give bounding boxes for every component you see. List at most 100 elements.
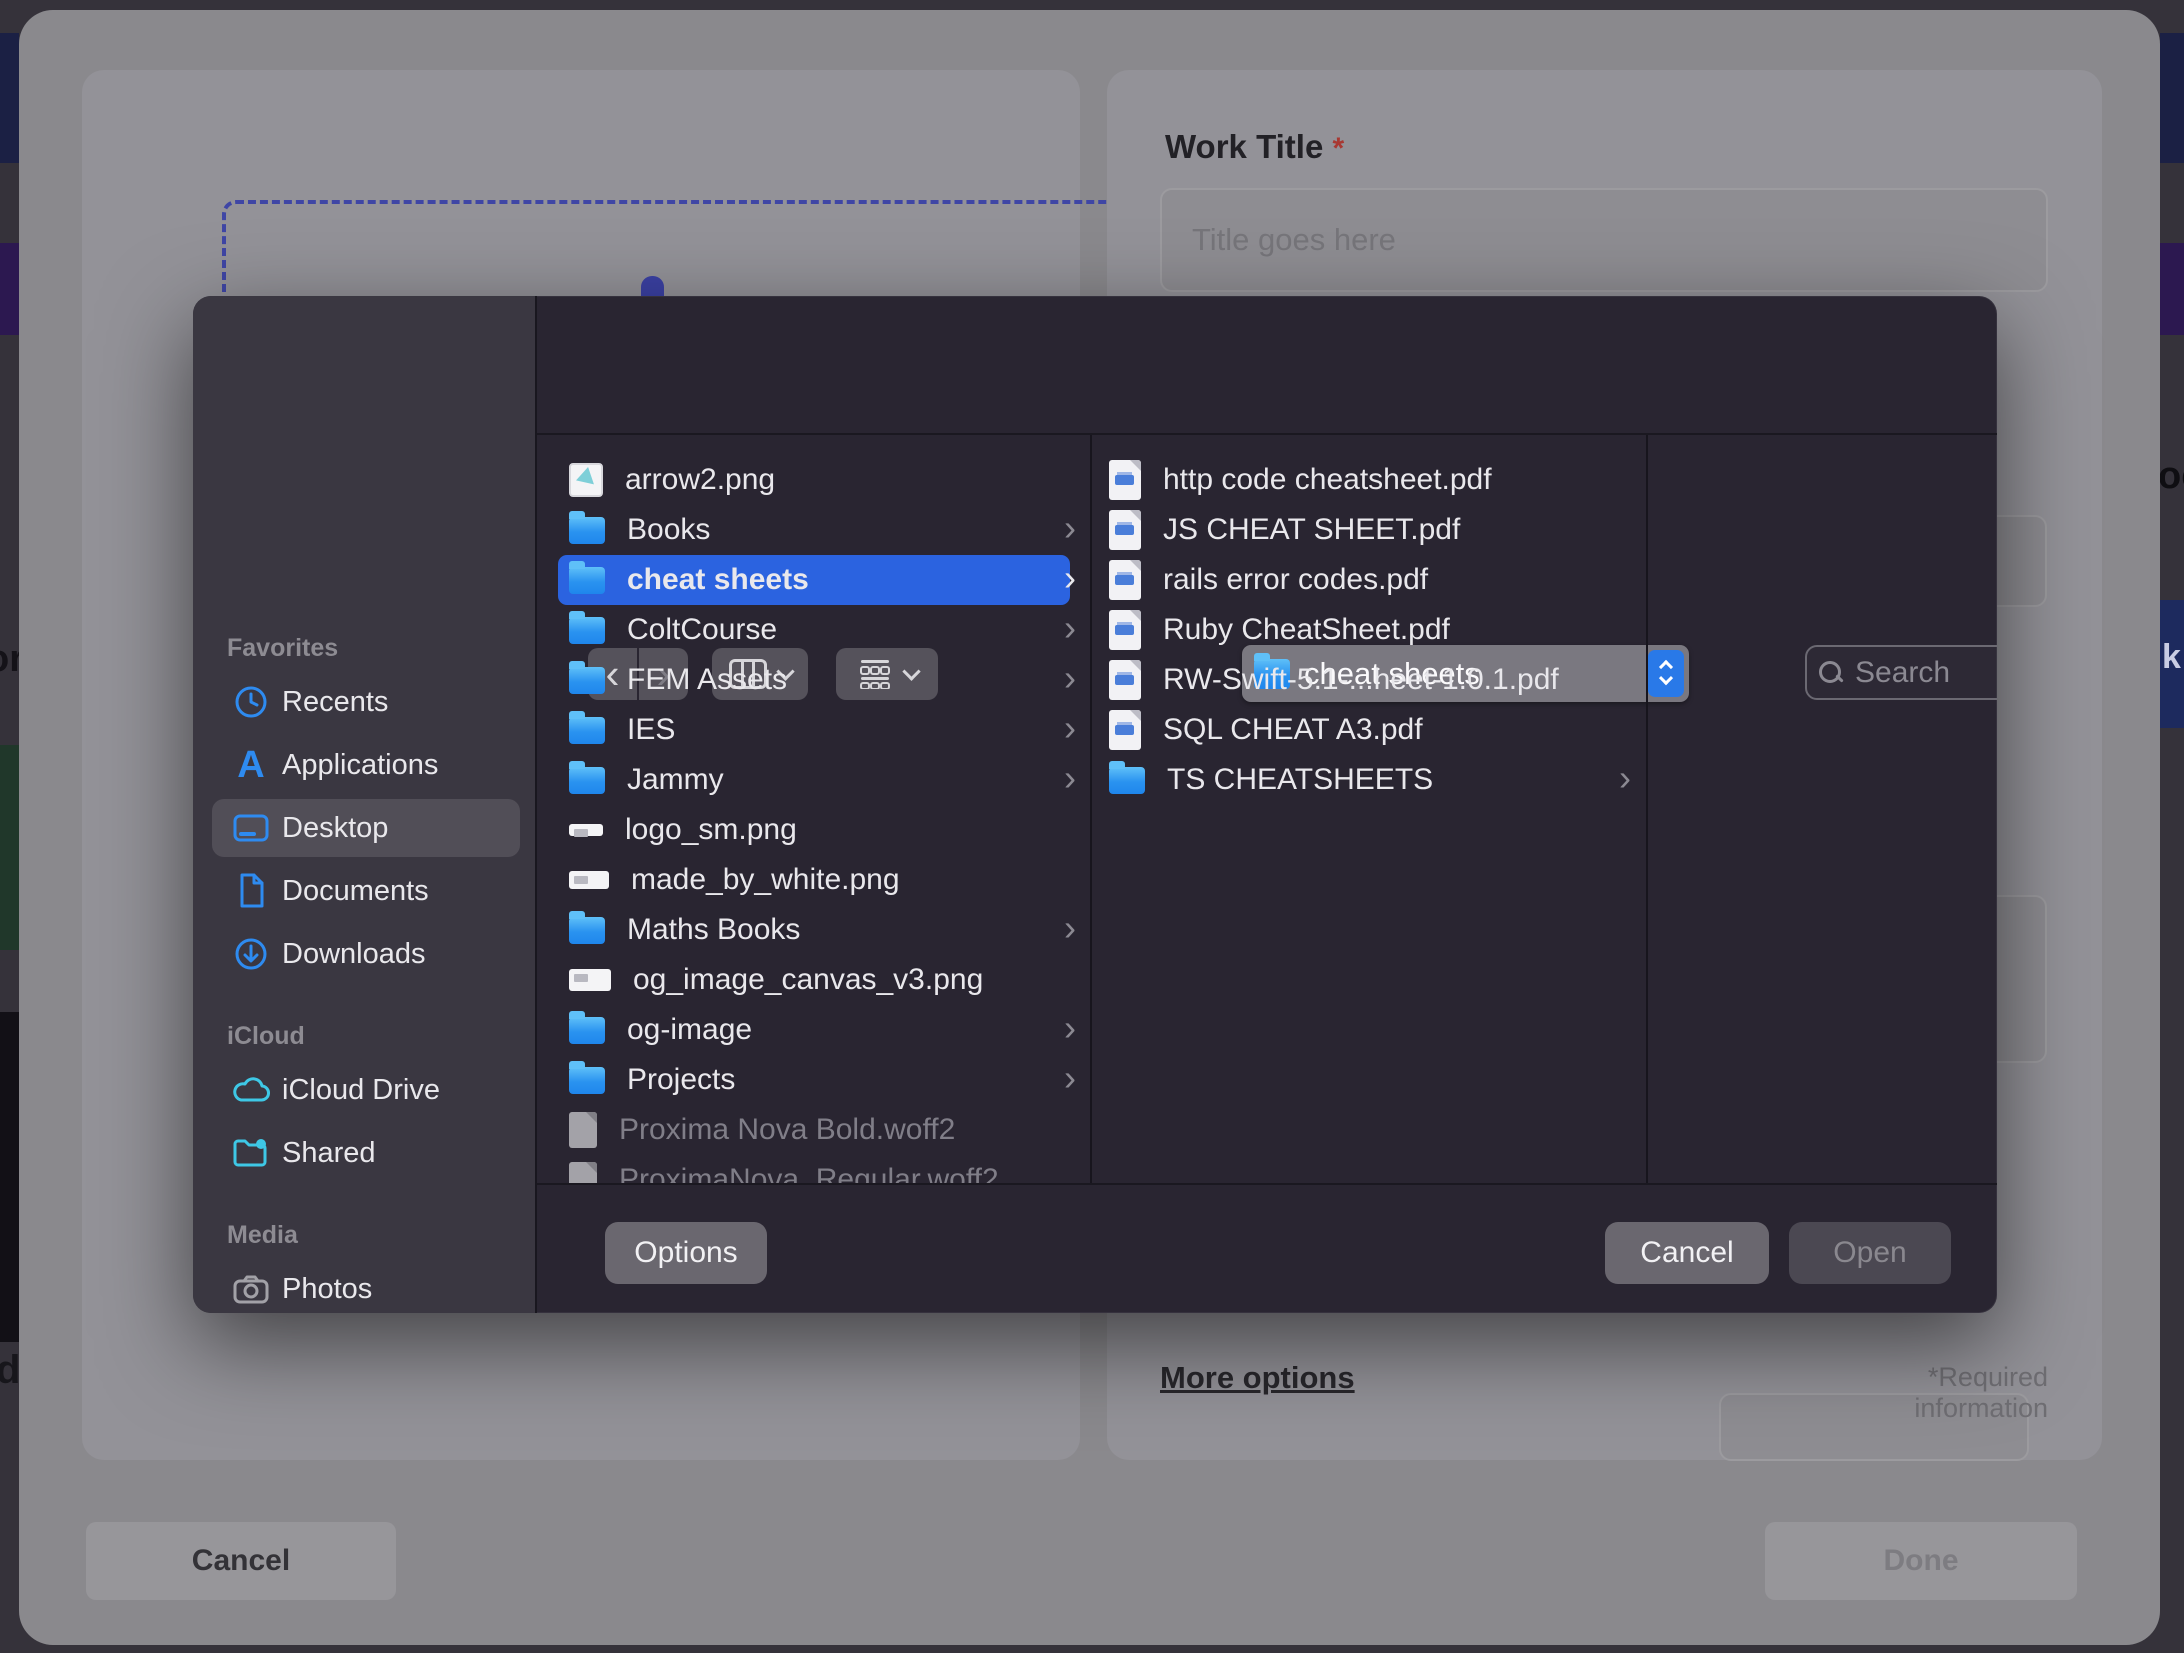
pdf-file-icon (1109, 560, 1141, 600)
chevron-right-icon: › (1064, 907, 1076, 949)
more-options-link[interactable]: More options (1160, 1360, 1355, 1396)
file-row[interactable]: RW-Swift-5.1-...heet-1.0.1.pdf (1109, 655, 1559, 705)
sidebar-item-icloud-drive[interactable]: iCloud Drive (212, 1061, 520, 1119)
sidebar-item-downloads[interactable]: Downloads (212, 925, 520, 983)
file-row[interactable]: FEM Assets › (569, 655, 787, 705)
options-button[interactable]: Options (605, 1222, 767, 1284)
sidebar-item-shared[interactable]: Shared (212, 1124, 520, 1182)
file-row[interactable]: rails error codes.pdf (1109, 555, 1428, 605)
column-browser: arrow2.png Books › cheat sheets › ColtCo… (537, 433, 1997, 1185)
chevron-right-icon: › (1064, 657, 1076, 699)
file-name: made_by_white.png (631, 863, 900, 897)
sidebar-item-desktop[interactable]: Desktop (212, 799, 520, 857)
image-file-icon (569, 824, 603, 836)
sidebar-item-label: Recents (282, 686, 388, 719)
file-name: cheat sheets (627, 563, 809, 597)
folder-icon (569, 1017, 605, 1044)
download-icon (220, 936, 282, 972)
file-row[interactable]: JS CHEAT SHEET.pdf (1109, 505, 1460, 555)
page-band-navy-left (0, 33, 19, 163)
file-name: Books (627, 513, 710, 547)
file-row[interactable]: Ruby CheatSheet.pdf (1109, 605, 1450, 655)
file-row[interactable]: Books › (569, 505, 710, 555)
file-row[interactable]: Jammy › (569, 755, 724, 805)
work-title-field[interactable] (1160, 188, 2048, 292)
dialog-footer: Options Cancel Open (193, 1185, 1997, 1313)
work-title-input[interactable] (1162, 190, 2046, 290)
sidebar-item-label: iCloud Drive (282, 1074, 440, 1107)
file-name: og_image_canvas_v3.png (633, 963, 983, 997)
file-name: arrow2.png (625, 463, 775, 497)
document-icon (220, 872, 282, 910)
file-row[interactable]: ProximaNova_Regular.woff2 (569, 1155, 999, 1185)
chevron-right-icon: › (1064, 607, 1076, 649)
file-name: http code cheatsheet.pdf (1163, 463, 1492, 497)
sidebar-heading-favorites: Favorites (227, 634, 338, 663)
chevron-right-icon: › (1064, 707, 1076, 749)
file-row[interactable]: og-image › (569, 1005, 752, 1055)
pdf-file-icon (1109, 510, 1141, 550)
file-open-dialog: Favorites Recents A Applications Desktop (193, 296, 1997, 1313)
file-row[interactable]: arrow2.png (569, 455, 775, 505)
file-name: JS CHEAT SHEET.pdf (1163, 513, 1460, 547)
sidebar-item-label: Applications (282, 749, 438, 782)
file-row[interactable]: IES › (569, 705, 675, 755)
work-title-label: Work Title * (1165, 128, 1344, 166)
file-name: ColtCourse (627, 613, 777, 647)
modal-done-button[interactable]: Done (1765, 1522, 2077, 1600)
folder-icon (569, 567, 605, 594)
page-band-green-left (0, 745, 19, 950)
sidebar-item-label: Documents (282, 875, 429, 908)
chevron-right-icon: › (1064, 757, 1076, 799)
sidebar-item-label: Desktop (282, 812, 388, 845)
file-name: Ruby CheatSheet.pdf (1163, 613, 1450, 647)
file-row[interactable]: http code cheatsheet.pdf (1109, 455, 1492, 505)
file-name: RW-Swift-5.1-...heet-1.0.1.pdf (1163, 663, 1559, 697)
chevron-right-icon: › (1064, 1007, 1076, 1049)
file-row[interactable]: Projects › (569, 1055, 735, 1105)
file-row[interactable]: Proxima Nova Bold.woff2 (569, 1105, 955, 1155)
pdf-file-icon (1109, 710, 1141, 750)
font-file-icon (569, 1162, 597, 1185)
file-row[interactable]: og_image_canvas_v3.png (569, 955, 983, 1005)
file-row-selected[interactable]: cheat sheets › (569, 555, 809, 605)
cloud-icon (220, 1075, 282, 1105)
chevron-right-icon: › (1064, 507, 1076, 549)
sidebar-heading-icloud: iCloud (227, 1022, 305, 1051)
file-name: Projects (627, 1063, 735, 1097)
modal-cancel-button[interactable]: Cancel (86, 1522, 396, 1600)
file-row[interactable]: logo_sm.png (569, 805, 797, 855)
pdf-file-icon (1109, 460, 1141, 500)
file-row[interactable]: made_by_white.png (569, 855, 900, 905)
chevron-right-icon: › (1064, 557, 1076, 599)
file-row[interactable]: Maths Books › (569, 905, 800, 955)
file-name: FEM Assets (627, 663, 787, 697)
file-row[interactable]: TS CHEATSHEETS › (1109, 755, 1433, 805)
required-asterisk: * (1333, 132, 1345, 165)
dialog-sidebar: Favorites Recents A Applications Desktop (193, 296, 537, 1313)
clock-icon (220, 684, 282, 720)
page-band-purple-left (0, 243, 19, 335)
folder-icon (569, 617, 605, 644)
sidebar-item-applications[interactable]: A Applications (212, 736, 520, 794)
open-button[interactable]: Open (1789, 1222, 1951, 1284)
column-divider (1090, 435, 1092, 1183)
page-band-black-left (0, 1012, 19, 1342)
cancel-button[interactable]: Cancel (1605, 1222, 1769, 1284)
file-row[interactable]: SQL CHEAT A3.pdf (1109, 705, 1423, 755)
sidebar-item-recents[interactable]: Recents (212, 673, 520, 731)
folder-icon (569, 517, 605, 544)
font-file-icon (569, 1112, 597, 1148)
folder-icon (569, 667, 605, 694)
sidebar-item-documents[interactable]: Documents (212, 862, 520, 920)
image-file-icon (569, 463, 603, 497)
pdf-file-icon (1109, 660, 1141, 700)
file-row[interactable]: ColtCourse › (569, 605, 777, 655)
app-store-icon: A (220, 746, 282, 784)
column-divider (1646, 435, 1648, 1183)
page-text-fragment-right: oc (2158, 455, 2184, 498)
page-band-purple-right (2160, 243, 2184, 335)
file-name: logo_sm.png (625, 813, 797, 847)
page-band-navy-right (2160, 33, 2184, 163)
file-name: SQL CHEAT A3.pdf (1163, 713, 1423, 747)
